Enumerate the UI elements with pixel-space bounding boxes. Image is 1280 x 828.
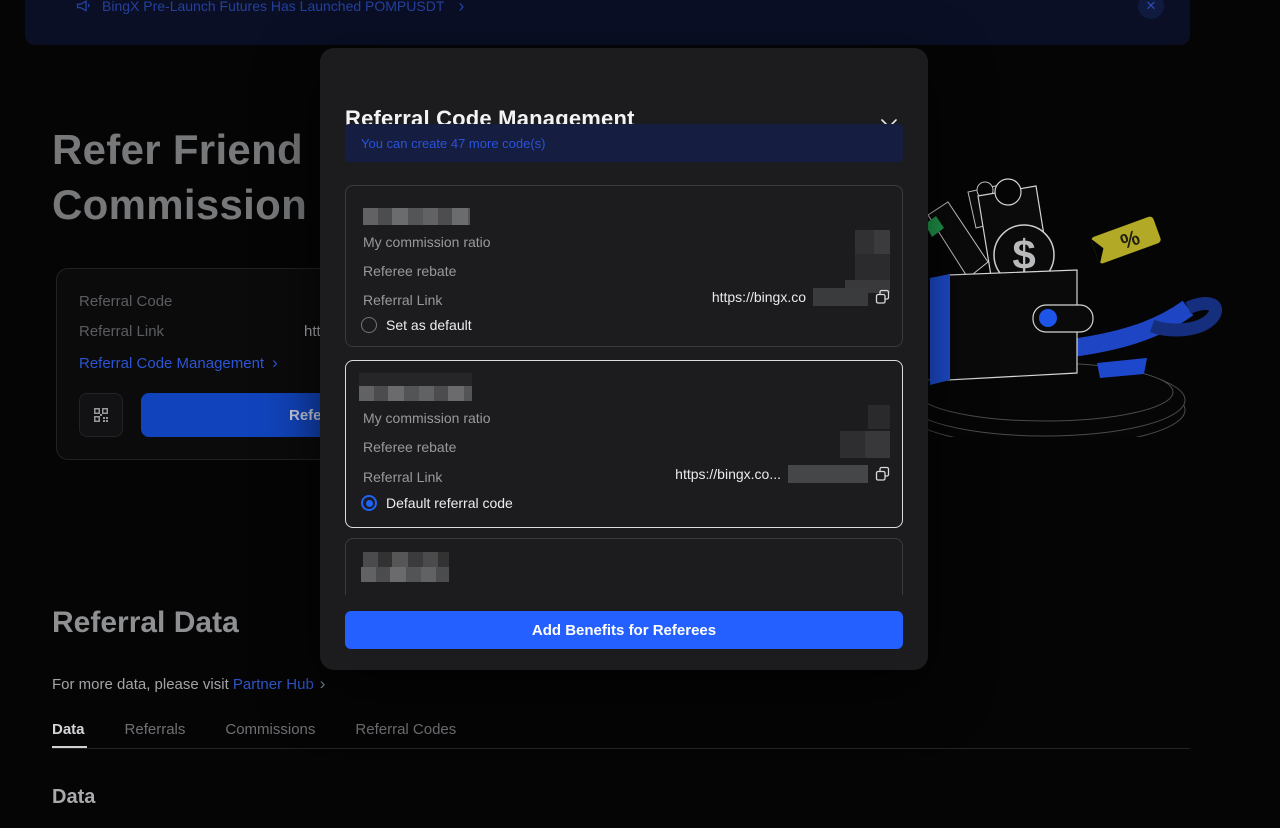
- wallet-button: [1039, 309, 1057, 327]
- radio-unselected-icon[interactable]: [361, 317, 377, 333]
- code-cards-scroll-area[interactable]: My commission ratio Referee rebate Refer…: [345, 185, 903, 595]
- referral-link-value: htt: [304, 323, 321, 340]
- partner-hub-link[interactable]: Partner Hub: [233, 676, 314, 693]
- referee-rebate-label: Referee rebate: [363, 263, 456, 279]
- copy-icon[interactable]: [875, 466, 890, 482]
- masked-referral-code: [363, 552, 449, 567]
- hero-line-1: Refer Friend: [52, 122, 307, 177]
- tab-referral-codes[interactable]: Referral Codes: [355, 721, 456, 756]
- page: BingX Pre-Launch Futures Has Launched PO…: [0, 0, 1280, 828]
- chevron-right-icon: ›: [320, 674, 326, 693]
- megaphone-icon: [75, 0, 92, 14]
- referral-data-subtitle: For more data, please visit Partner Hub›: [52, 674, 325, 694]
- referee-rebate-label: Referee rebate: [363, 439, 456, 455]
- tab-referrals[interactable]: Referrals: [125, 721, 186, 756]
- masked-commission-value: [855, 230, 890, 254]
- referral-link-label: Referral Link: [79, 323, 164, 340]
- tab-data[interactable]: Data: [52, 721, 85, 756]
- tab-commissions[interactable]: Commissions: [225, 721, 315, 756]
- referral-code-card-1: My commission ratio Referee rebate Refer…: [345, 185, 903, 347]
- referral-code-label: Referral Code: [79, 293, 172, 310]
- add-benefits-button[interactable]: Add Benefits for Referees: [345, 611, 903, 649]
- masked-referral-code: [359, 373, 472, 386]
- radio-selected-icon[interactable]: [361, 495, 377, 511]
- qr-code-button[interactable]: [79, 393, 123, 437]
- referral-link-label: Referral Link: [363, 469, 442, 485]
- masked-referral-code: [359, 386, 472, 401]
- commission-ratio-label: My commission ratio: [363, 234, 491, 250]
- default-referral-radio[interactable]: Default referral code: [361, 495, 513, 511]
- chevron-right-icon: ›: [272, 353, 278, 372]
- wallet-side-blue: [930, 274, 950, 385]
- masked-rebate-value: [855, 254, 890, 280]
- masked-rebate-value: [840, 431, 890, 458]
- referral-data-tabs: Data Referrals Commissions Referral Code…: [52, 721, 456, 756]
- qr-code-icon: [91, 405, 111, 425]
- masked-commission-value: [868, 405, 890, 429]
- banner-arrow-icon[interactable]: ›: [458, 0, 464, 13]
- tabs-divider: [52, 748, 1190, 749]
- referral-code-management-modal: Referral Code Management You can create …: [320, 48, 928, 670]
- masked-link-tail: [813, 288, 868, 306]
- referral-code-card-3: [345, 538, 903, 595]
- masked-link-tail: [788, 465, 868, 483]
- quota-notice: You can create 47 more code(s): [345, 124, 903, 162]
- referral-link-value: https://bingx.co: [712, 289, 806, 305]
- banner-text[interactable]: BingX Pre-Launch Futures Has Launched PO…: [102, 0, 444, 14]
- referral-link-value: https://bingx.co...: [675, 466, 781, 482]
- dollar-sign: $: [1012, 231, 1035, 278]
- referral-code-card-2: My commission ratio Referee rebate Refer…: [345, 360, 903, 528]
- data-section-title: Data: [52, 786, 95, 809]
- referral-code-management-link[interactable]: Referral Code Management›: [79, 353, 278, 373]
- banner-close-icon[interactable]: ✕: [1138, 0, 1164, 19]
- masked-referral-code: [363, 208, 470, 225]
- set-default-radio[interactable]: Set as default: [361, 317, 472, 333]
- referral-link-label: Referral Link: [363, 292, 442, 308]
- commission-ratio-label: My commission ratio: [363, 410, 491, 426]
- rewards-illustration: $ %: [905, 162, 1235, 437]
- copy-icon[interactable]: [875, 289, 890, 305]
- announcement-banner: BingX Pre-Launch Futures Has Launched PO…: [25, 0, 1190, 45]
- hero-line-2: Commission: [52, 177, 307, 232]
- referral-data-title: Referral Data: [52, 606, 239, 640]
- hero-heading: Refer Friend Commission: [52, 122, 307, 232]
- masked-referral-code: [361, 567, 449, 582]
